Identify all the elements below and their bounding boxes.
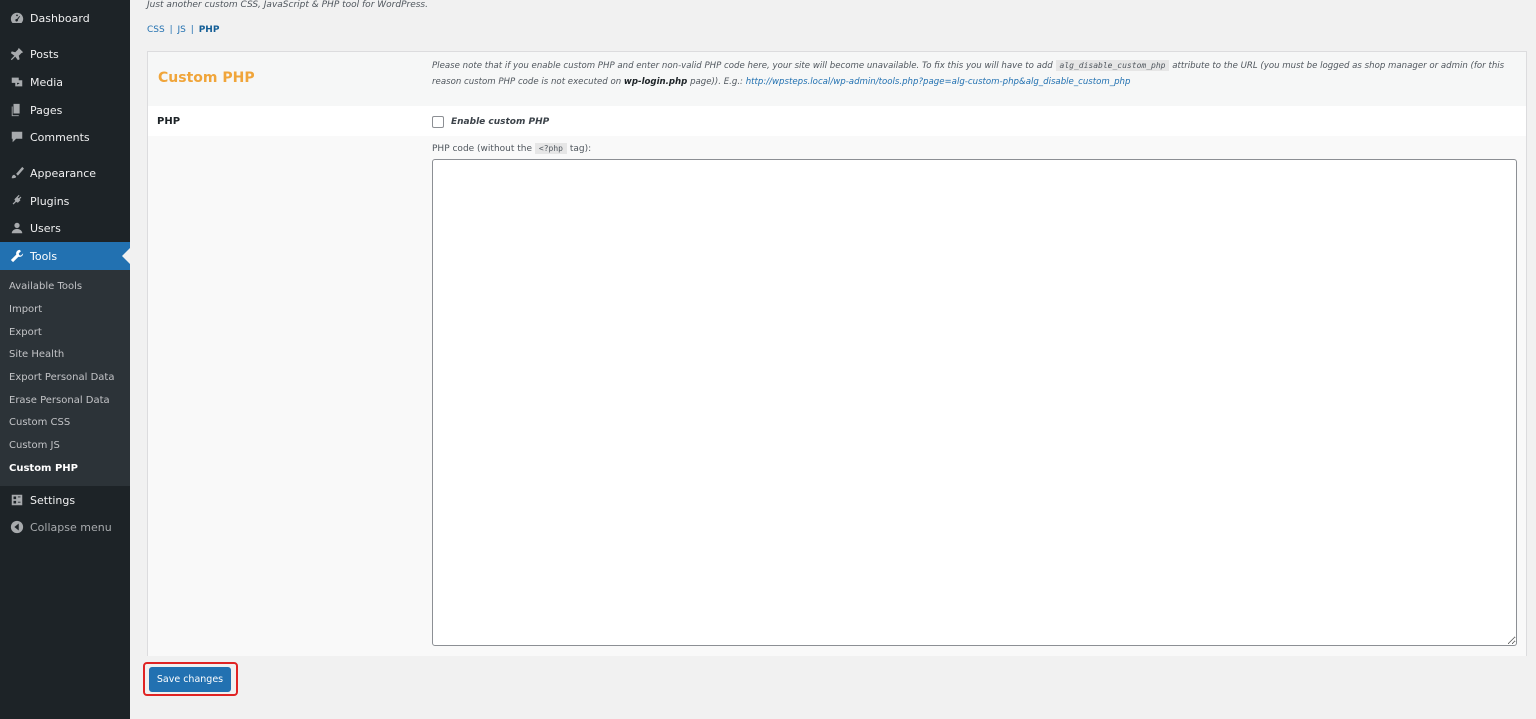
tools-submenu: Available Tools Import Export Site Healt…	[0, 270, 130, 486]
submenu-item-export-personal-data[interactable]: Export Personal Data	[9, 372, 114, 383]
menu-item-settings[interactable]: Settings	[0, 486, 130, 514]
php-tag-code: <?php	[534, 143, 567, 154]
settings-icon	[9, 492, 25, 508]
code-field-label: PHP code (without the <?php tag):	[432, 143, 592, 154]
main-content: Just another custom CSS, JavaScript & PH…	[130, 0, 1536, 719]
menu-label: Dashboard	[30, 11, 90, 25]
plugin-nav: CSS | JS | PHP	[147, 25, 219, 35]
submenu-item-custom-css[interactable]: Custom CSS	[9, 417, 70, 428]
user-icon	[9, 220, 25, 236]
menu-label: Pages	[30, 103, 63, 117]
submenu-item-custom-js[interactable]: Custom JS	[9, 440, 60, 451]
nav-link-php[interactable]: PHP	[199, 25, 220, 35]
checkbox-label: Enable custom PHP	[451, 117, 550, 127]
menu-item-tools[interactable]: Tools	[0, 242, 130, 270]
brush-icon	[9, 165, 25, 181]
warning-note: Please note that if you enable custom PH…	[432, 58, 1520, 90]
plugin-tagline: Just another custom CSS, JavaScript & PH…	[147, 0, 428, 10]
save-changes-button[interactable]: Save changes	[149, 667, 231, 692]
admin-sidebar: Dashboard Posts Media Pages Comments App…	[0, 0, 130, 719]
menu-item-appearance[interactable]: Appearance	[0, 159, 130, 187]
collapse-icon	[9, 519, 25, 535]
php-code-textarea[interactable]	[432, 159, 1517, 646]
nav-separator: |	[190, 25, 194, 35]
pin-icon	[9, 46, 25, 62]
menu-item-media[interactable]: Media	[0, 68, 130, 96]
media-icon	[9, 74, 25, 90]
submenu-item-export[interactable]: Export	[9, 327, 42, 338]
submenu-item-site-health[interactable]: Site Health	[9, 349, 64, 360]
enable-custom-php-option[interactable]: Enable custom PHP	[432, 116, 549, 128]
enable-custom-php-checkbox[interactable]	[432, 116, 444, 128]
menu-item-users[interactable]: Users	[0, 214, 130, 242]
nav-link-css[interactable]: CSS	[147, 25, 165, 35]
menu-label: Tools	[30, 249, 58, 263]
submenu-item-import[interactable]: Import	[9, 304, 42, 315]
wrench-icon	[9, 248, 25, 264]
plug-icon	[9, 193, 25, 209]
menu-label: Appearance	[30, 166, 97, 180]
menu-item-comments[interactable]: Comments	[0, 123, 130, 151]
dashboard-icon	[9, 10, 25, 26]
menu-label: Comments	[30, 130, 90, 144]
menu-label: Collapse menu	[30, 520, 112, 534]
note-code: alg_disable_custom_php	[1055, 60, 1170, 71]
menu-item-posts[interactable]: Posts	[0, 40, 130, 68]
disable-php-link[interactable]: http://wpsteps.local/wp-admin/tools.php?…	[746, 77, 1131, 87]
nav-link-js[interactable]: JS	[178, 25, 186, 35]
menu-item-plugins[interactable]: Plugins	[0, 187, 130, 215]
custom-php-panel: Custom PHP Please note that if you enabl…	[147, 51, 1527, 656]
menu-label: Settings	[30, 493, 76, 507]
row-label-php: PHP	[157, 116, 181, 127]
submenu-item-erase-personal-data[interactable]: Erase Personal Data	[9, 395, 110, 406]
menu-label: Plugins	[30, 194, 70, 208]
menu-item-pages[interactable]: Pages	[0, 96, 130, 124]
submenu-item-custom-php[interactable]: Custom PHP	[9, 463, 78, 474]
collapse-menu-button[interactable]: Collapse menu	[0, 513, 130, 541]
menu-item-dashboard[interactable]: Dashboard	[0, 4, 130, 32]
nav-separator: |	[169, 25, 173, 35]
code-label-text: PHP code (without the	[432, 144, 535, 154]
panel-title: Custom PHP	[158, 70, 255, 86]
comment-icon	[9, 129, 25, 145]
note-text: Please note that if you enable custom PH…	[432, 61, 1056, 71]
note-bold: wp-login.php	[623, 77, 688, 87]
menu-label: Media	[30, 75, 64, 89]
submenu-item-available-tools[interactable]: Available Tools	[9, 281, 82, 292]
code-label-text: tag):	[566, 144, 592, 154]
note-text: page)). E.g.:	[687, 77, 746, 87]
panel-header: Custom PHP Please note that if you enabl…	[148, 52, 1526, 106]
pages-icon	[9, 102, 25, 118]
menu-label: Posts	[30, 47, 59, 61]
menu-label: Users	[30, 221, 61, 235]
